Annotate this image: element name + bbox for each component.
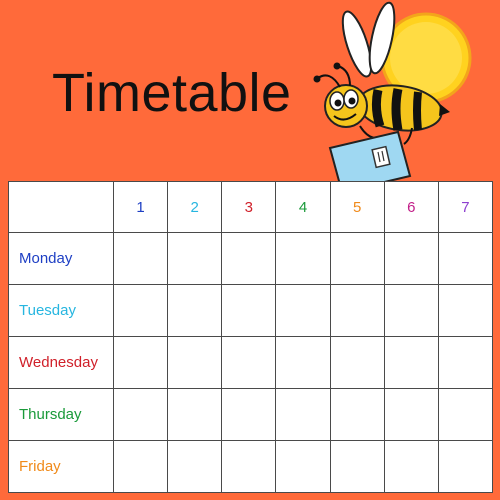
bee-illustration bbox=[313, 1, 472, 194]
timetable-cell[interactable] bbox=[167, 440, 223, 493]
timetable-cell[interactable] bbox=[383, 388, 439, 441]
timetable-cell[interactable] bbox=[437, 388, 494, 441]
timetable-cell[interactable] bbox=[167, 388, 223, 441]
timetable-cell[interactable] bbox=[383, 440, 439, 493]
day-label: Thursday bbox=[8, 388, 114, 441]
page-title: Timetable bbox=[52, 63, 292, 123]
timetable-page: Timetable 1 2 3 4 5 6 7 Monday Tuesday W… bbox=[0, 0, 500, 500]
timetable-cell[interactable] bbox=[437, 440, 494, 493]
period-header: 3 bbox=[221, 181, 277, 233]
table-row: Tuesday bbox=[8, 284, 494, 337]
timetable-cell[interactable] bbox=[112, 336, 169, 389]
table-row: Friday bbox=[8, 440, 494, 493]
period-header: 4 bbox=[275, 181, 331, 233]
table-row: Monday bbox=[8, 232, 494, 285]
timetable-cell[interactable] bbox=[275, 284, 331, 337]
timetable-cell[interactable] bbox=[383, 336, 439, 389]
timetable-cell[interactable] bbox=[275, 388, 331, 441]
timetable-cell[interactable] bbox=[329, 440, 385, 493]
table-row: Wednesday bbox=[8, 336, 494, 389]
timetable-cell[interactable] bbox=[112, 232, 169, 285]
timetable-grid: 1 2 3 4 5 6 7 Monday Tuesday Wednesday T… bbox=[8, 181, 494, 493]
timetable-cell[interactable] bbox=[329, 336, 385, 389]
timetable-cell[interactable] bbox=[112, 388, 169, 441]
timetable-cell[interactable] bbox=[221, 388, 277, 441]
period-header: 5 bbox=[329, 181, 385, 233]
period-header: 6 bbox=[383, 181, 439, 233]
timetable-cell[interactable] bbox=[275, 232, 331, 285]
timetable-cell[interactable] bbox=[383, 232, 439, 285]
day-label: Friday bbox=[8, 440, 114, 493]
corner-cell bbox=[8, 181, 114, 233]
timetable-cell[interactable] bbox=[221, 336, 277, 389]
timetable-cell[interactable] bbox=[383, 284, 439, 337]
day-label: Monday bbox=[8, 232, 114, 285]
day-label: Tuesday bbox=[8, 284, 114, 337]
period-header: 7 bbox=[437, 181, 494, 233]
timetable-cell[interactable] bbox=[112, 440, 169, 493]
timetable-cell[interactable] bbox=[329, 232, 385, 285]
period-header: 2 bbox=[167, 181, 223, 233]
timetable-cell[interactable] bbox=[437, 284, 494, 337]
timetable-cell[interactable] bbox=[167, 232, 223, 285]
timetable-cell[interactable] bbox=[167, 336, 223, 389]
table-row: Thursday bbox=[8, 388, 494, 441]
timetable-cell[interactable] bbox=[437, 232, 494, 285]
timetable-cell[interactable] bbox=[112, 284, 169, 337]
timetable-cell[interactable] bbox=[221, 440, 277, 493]
period-header-row: 1 2 3 4 5 6 7 bbox=[8, 181, 494, 233]
timetable-cell[interactable] bbox=[437, 336, 494, 389]
period-header: 1 bbox=[112, 181, 169, 233]
timetable-cell[interactable] bbox=[275, 336, 331, 389]
timetable-cell[interactable] bbox=[329, 284, 385, 337]
timetable-cell[interactable] bbox=[221, 232, 277, 285]
timetable-cell[interactable] bbox=[275, 440, 331, 493]
timetable-cell[interactable] bbox=[167, 284, 223, 337]
timetable-cell[interactable] bbox=[329, 388, 385, 441]
day-label: Wednesday bbox=[8, 336, 114, 389]
timetable-cell[interactable] bbox=[221, 284, 277, 337]
